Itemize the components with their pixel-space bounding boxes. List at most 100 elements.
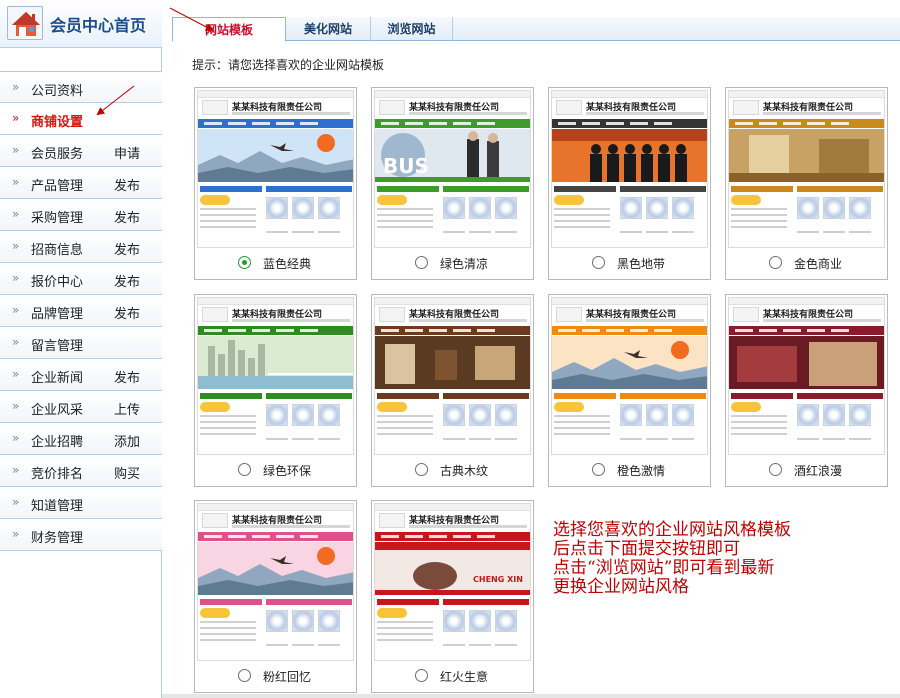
sidebar-item[interactable]: » 招商信息 发布 <box>0 231 162 263</box>
sidebar-item[interactable]: » 竞价排名 购买 <box>0 455 162 487</box>
sidebar-item-action[interactable]: 发布 <box>114 239 140 258</box>
thumb-caption <box>849 231 871 233</box>
template-radio[interactable] <box>238 256 251 269</box>
template-card[interactable]: 某某科技有限责任公司酒红浪漫 <box>725 294 888 487</box>
template-label[interactable]: 古典木纹 <box>440 462 488 479</box>
sidebar-item-label[interactable]: 采购管理 <box>31 207 83 226</box>
sidebar-item-label[interactable]: 公司资料 <box>31 80 83 99</box>
sidebar-item-action[interactable]: 申请 <box>114 143 140 162</box>
template-thumbnail[interactable]: 某某科技有限责任公司 <box>728 90 885 248</box>
template-card[interactable]: 某某科技有限责任公司 BUS 绿色清凉 <box>371 87 534 280</box>
template-label[interactable]: 粉红回忆 <box>263 668 311 685</box>
sidebar-item-label[interactable]: 企业招聘 <box>31 431 83 450</box>
sidebar-item[interactable]: » 企业风采 上传 <box>0 391 162 423</box>
sidebar-item-action[interactable]: 上传 <box>114 399 140 418</box>
template-radio[interactable] <box>592 256 605 269</box>
thumb-topbar <box>552 298 707 305</box>
sidebar-item-label[interactable]: 竞价排名 <box>31 463 83 482</box>
template-card[interactable]: 某某科技有限责任公司粉红回忆 <box>194 500 357 693</box>
sidebar-item[interactable]: » 知道管理 <box>0 487 162 519</box>
template-thumbnail[interactable]: 某某科技有限责任公司 <box>728 297 885 455</box>
template-radio[interactable] <box>769 256 782 269</box>
sidebar-item-label[interactable]: 商铺设置 <box>31 111 83 130</box>
thumb-caption <box>495 438 517 440</box>
template-label[interactable]: 酒红浪漫 <box>794 462 842 479</box>
template-radio[interactable] <box>238 463 251 476</box>
sidebar-item-action[interactable]: 发布 <box>114 175 140 194</box>
thumb-caption <box>797 438 819 440</box>
template-card[interactable]: 某某科技有限责任公司黑色地带 <box>548 87 711 280</box>
template-label[interactable]: 绿色环保 <box>263 462 311 479</box>
sidebar-item-label[interactable]: 企业新闻 <box>31 367 83 386</box>
thumb-caption <box>672 438 694 440</box>
tab-beautify-website[interactable]: 美化网站 <box>286 17 371 41</box>
template-thumbnail[interactable]: 某某科技有限责任公司 <box>197 297 354 455</box>
sidebar-item-action[interactable]: 添加 <box>114 431 140 450</box>
template-radio[interactable] <box>415 669 428 682</box>
template-thumbnail[interactable]: 某某科技有限责任公司 <box>197 90 354 248</box>
sidebar-item-action[interactable]: 发布 <box>114 303 140 322</box>
sidebar-item[interactable]: » 商铺设置 <box>0 103 162 135</box>
sidebar-item[interactable]: » 产品管理 发布 <box>0 167 162 199</box>
thumb-product-image <box>495 610 517 632</box>
thumb-product-image <box>469 404 491 426</box>
template-thumbnail[interactable]: 某某科技有限责任公司 BUS <box>374 90 531 248</box>
template-radio[interactable] <box>415 256 428 269</box>
thumb-caption <box>495 644 517 646</box>
template-card[interactable]: 某某科技有限责任公司 CHENG XIN 红火生意 <box>371 500 534 693</box>
sidebar-item-label[interactable]: 报价中心 <box>31 271 83 290</box>
sidebar-item[interactable]: » 报价中心 发布 <box>0 263 162 295</box>
template-label[interactable]: 黑色地带 <box>617 255 665 272</box>
sidebar-item[interactable]: » 企业招聘 添加 <box>0 423 162 455</box>
sidebar-item-label[interactable]: 招商信息 <box>31 239 83 258</box>
template-thumbnail[interactable]: 某某科技有限责任公司 <box>551 90 708 248</box>
sidebar-item-label[interactable]: 会员服务 <box>31 143 83 162</box>
sidebar-item-label[interactable]: 知道管理 <box>31 495 83 514</box>
sidebar-item-label[interactable]: 产品管理 <box>31 175 83 194</box>
sidebar-item[interactable]: » 财务管理 <box>0 519 162 551</box>
thumb-caption <box>443 644 465 646</box>
sidebar-item[interactable]: » 会员服务 申请 <box>0 135 162 167</box>
sidebar-item[interactable]: » 企业新闻 发布 <box>0 359 162 391</box>
sidebar-item[interactable]: » 公司资料 <box>0 71 162 103</box>
template-label[interactable]: 绿色清凉 <box>440 255 488 272</box>
tab-bar: 网站模板 美化网站 浏览网站 <box>172 17 900 42</box>
template-thumbnail[interactable]: 某某科技有限责任公司 CHENG XIN <box>374 503 531 661</box>
tab-browse-website[interactable]: 浏览网站 <box>371 17 453 41</box>
sidebar-item-action[interactable]: 购买 <box>114 463 140 482</box>
template-thumbnail[interactable]: 某某科技有限责任公司 <box>197 503 354 661</box>
sidebar-item-action[interactable]: 发布 <box>114 367 140 386</box>
sidebar-item-label[interactable]: 企业风采 <box>31 399 83 418</box>
template-label[interactable]: 金色商业 <box>794 255 842 272</box>
template-label[interactable]: 橙色激情 <box>617 462 665 479</box>
template-thumbnail[interactable]: 某某科技有限责任公司 <box>551 297 708 455</box>
thumb-banner <box>198 542 353 595</box>
template-card[interactable]: 某某科技有限责任公司橙色激情 <box>548 294 711 487</box>
thumb-product-image <box>318 610 340 632</box>
template-card[interactable]: 某某科技有限责任公司古典木纹 <box>371 294 534 487</box>
template-radio[interactable] <box>415 463 428 476</box>
sidebar-item[interactable]: » 采购管理 发布 <box>0 199 162 231</box>
template-card[interactable]: 某某科技有限责任公司绿色环保 <box>194 294 357 487</box>
template-radio[interactable] <box>769 463 782 476</box>
double-chevron-icon: » <box>12 367 20 381</box>
sidebar-item-label[interactable]: 品牌管理 <box>31 303 83 322</box>
sidebar-item-label[interactable]: 留言管理 <box>31 335 83 354</box>
sidebar-header[interactable]: 会员中心首页 <box>0 0 162 48</box>
template-card[interactable]: 某某科技有限责任公司蓝色经典 <box>194 87 357 280</box>
sidebar-item-action[interactable]: 发布 <box>114 271 140 290</box>
template-radio[interactable] <box>238 669 251 682</box>
template-label[interactable]: 红火生意 <box>440 668 488 685</box>
sidebar-item-label[interactable]: 财务管理 <box>31 527 83 546</box>
thumb-product-image <box>495 197 517 219</box>
sidebar-item[interactable]: » 留言管理 <box>0 327 162 359</box>
tab-website-template[interactable]: 网站模板 <box>172 17 286 42</box>
template-label[interactable]: 蓝色经典 <box>263 255 311 272</box>
sidebar-item[interactable]: » 品牌管理 发布 <box>0 295 162 327</box>
thumb-nav <box>198 532 353 541</box>
sidebar-item-action[interactable]: 发布 <box>114 207 140 226</box>
thumb-caption <box>469 231 491 233</box>
template-thumbnail[interactable]: 某某科技有限责任公司 <box>374 297 531 455</box>
template-radio[interactable] <box>592 463 605 476</box>
template-card[interactable]: 某某科技有限责任公司金色商业 <box>725 87 888 280</box>
